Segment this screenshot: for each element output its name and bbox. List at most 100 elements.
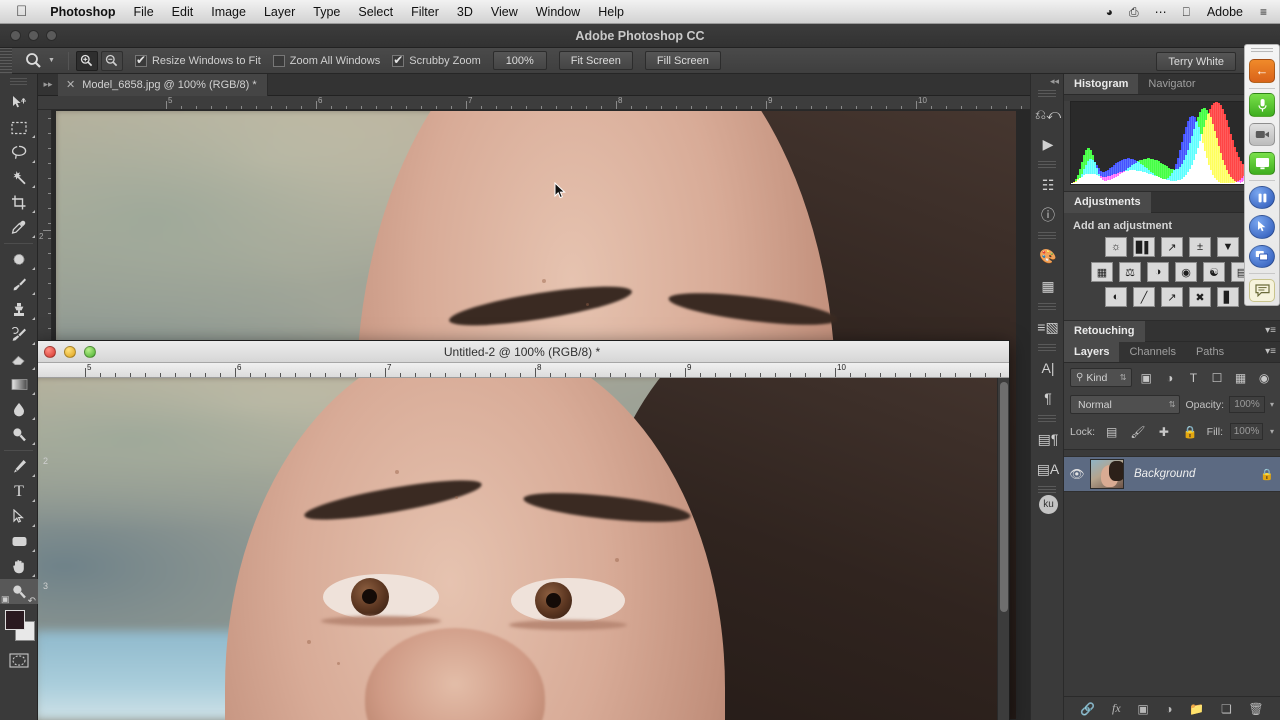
brightness-contrast-icon[interactable]: ☼ <box>1105 237 1127 257</box>
collapse-panels-icon[interactable]: ◂◂ <box>1031 74 1063 88</box>
annotation-button[interactable] <box>1249 278 1275 302</box>
pause-button[interactable] <box>1249 186 1275 210</box>
filter-pixel-icon[interactable]: ▣ <box>1136 368 1156 387</box>
curves-icon[interactable]: ↗ <box>1161 237 1183 257</box>
resize-windows-checkbox[interactable]: Resize Windows to Fit <box>134 53 261 67</box>
filter-smart-icon[interactable]: ▦ <box>1231 368 1251 387</box>
fill-screen-button[interactable]: Fill Screen <box>644 51 721 70</box>
swap-colors-icon[interactable]: ↶ <box>28 596 36 607</box>
magic-wand-tool[interactable] <box>0 165 38 190</box>
user-button[interactable]: Terry White <box>1156 52 1236 71</box>
move-tool[interactable] <box>0 90 38 115</box>
default-colors-icon[interactable]: ▣ <box>1 594 10 605</box>
crop-tool[interactable] <box>0 190 38 215</box>
menu-item-type[interactable]: Type <box>304 0 349 24</box>
swatches-panel-icon[interactable]: ▦ <box>1031 271 1065 301</box>
channel-mixer-icon[interactable]: ☯ <box>1203 262 1225 282</box>
selective-color-icon[interactable]: ✖ <box>1189 287 1211 307</box>
panel-menu-icon[interactable]: ▾≡ <box>1265 325 1276 336</box>
scrubby-zoom-checkbox[interactable]: Scrubby Zoom <box>392 53 481 67</box>
floating-window-title-bar[interactable]: Untitled-2 @ 100% (RGB/8) * <box>35 341 1009 363</box>
rail-grip[interactable] <box>1038 415 1056 422</box>
hand-tool[interactable] <box>0 554 38 579</box>
ellipsis-icon[interactable]: ⋯ <box>1148 0 1174 24</box>
add-mask-icon[interactable]: ▣ <box>1137 702 1148 716</box>
info-panel-icon[interactable]: ⓘ <box>1031 200 1065 230</box>
app-close-button[interactable] <box>10 30 21 41</box>
path-selection-tool[interactable] <box>0 504 38 529</box>
menu-item-filter[interactable]: Filter <box>402 0 448 24</box>
rail-grip[interactable] <box>1038 486 1056 493</box>
kuler-panel-icon[interactable]: ku <box>1039 495 1058 514</box>
creative-cloud-icon[interactable]: ◕ <box>1099 0 1120 24</box>
camera-button[interactable] <box>1249 122 1275 146</box>
opacity-dropdown-icon[interactable]: ▾ <box>1270 400 1274 409</box>
close-icon[interactable]: ✕ <box>66 78 75 91</box>
zoom-tool-icon[interactable] <box>20 50 46 72</box>
link-layers-icon[interactable]: 🔗 <box>1080 702 1095 716</box>
zoom-out-button[interactable] <box>100 50 123 71</box>
adjustment-layer-icon[interactable]: ◑ <box>1165 702 1172 716</box>
lock-image-icon[interactable]: 🖌 <box>1128 422 1147 441</box>
tab-histogram[interactable]: Histogram <box>1064 74 1139 94</box>
paragraph-styles-panel-icon[interactable]: ▤A <box>1031 454 1065 484</box>
menu-item-help[interactable]: Help <box>589 0 633 24</box>
menu-item-layer[interactable]: Layer <box>255 0 304 24</box>
menu-item-edit[interactable]: Edit <box>163 0 203 24</box>
rail-grip[interactable] <box>1038 90 1056 97</box>
recorder-grip[interactable] <box>1251 48 1273 54</box>
color-swatches[interactable]: ▣ ↶ <box>0 594 38 648</box>
zoom-in-button[interactable] <box>75 50 98 71</box>
type-tool[interactable]: T <box>0 479 38 504</box>
filter-shape-icon[interactable]: ☐ <box>1207 368 1227 387</box>
character-panel-icon[interactable]: A| <box>1031 353 1065 383</box>
display-icon[interactable]: ⎕ <box>1176 0 1197 24</box>
gradient-map-icon[interactable]: ▋ <box>1217 287 1239 307</box>
filter-type-icon[interactable]: T <box>1184 368 1204 387</box>
character-styles-panel-icon[interactable]: ▤¶ <box>1031 424 1065 454</box>
color-panel-icon[interactable]: 🎨 <box>1031 241 1065 271</box>
screen-button[interactable] <box>1249 151 1275 176</box>
tab-paths[interactable]: Paths <box>1186 342 1234 362</box>
filter-toggle-icon[interactable]: ◉ <box>1254 368 1274 387</box>
mini-bridge-icon[interactable]: ☷ <box>1031 170 1065 200</box>
adobe-menu-label[interactable]: Adobe <box>1199 5 1251 19</box>
photo-filter-icon[interactable]: ◉ <box>1175 262 1197 282</box>
fill-dropdown-icon[interactable]: ▾ <box>1270 427 1274 436</box>
zoom-100-button[interactable]: 100% <box>492 51 547 70</box>
levels-icon[interactable]: ▊▌ <box>1133 237 1155 257</box>
lock-all-icon[interactable]: 🔒 <box>1181 422 1200 441</box>
zoom-all-windows-checkbox[interactable]: Zoom All Windows <box>272 54 380 67</box>
lasso-tool[interactable] <box>0 140 38 165</box>
rail-grip[interactable] <box>1038 303 1056 310</box>
menu-item-select[interactable]: Select <box>349 0 402 24</box>
menu-item-view[interactable]: View <box>482 0 527 24</box>
menu-item-window[interactable]: Window <box>527 0 589 24</box>
invert-icon[interactable]: ◐ <box>1105 287 1127 307</box>
lock-transparent-icon[interactable]: ▤ <box>1102 422 1121 441</box>
history-brush-tool[interactable] <box>0 322 38 347</box>
lock-position-icon[interactable]: ✚ <box>1154 422 1173 441</box>
filter-adjustment-icon[interactable]: ◑ <box>1160 368 1180 387</box>
chevron-updown-icon[interactable]: ⇅ <box>1120 373 1127 382</box>
layer-styles-icon[interactable]: fx <box>1112 701 1121 716</box>
app-zoom-button[interactable] <box>46 30 57 41</box>
new-layer-icon[interactable]: ❏ <box>1221 702 1232 716</box>
eye-icon[interactable]: 👁 <box>1064 467 1090 481</box>
exposure-icon[interactable]: ± <box>1189 237 1211 257</box>
foreground-color-swatch[interactable] <box>5 610 25 630</box>
floating-document-window[interactable]: Untitled-2 @ 100% (RGB/8) * 5 6 7 8 9 10 <box>34 340 1010 720</box>
rail-grip[interactable] <box>1038 344 1056 351</box>
microphone-button[interactable] <box>1249 93 1275 117</box>
options-bar-grip[interactable] <box>0 47 12 74</box>
clone-source-panel-icon[interactable]: ≡▧ <box>1031 312 1065 342</box>
checkbox-icon[interactable] <box>392 53 405 67</box>
layer-filter-kind[interactable]: ⚲ Kind ⇅ <box>1070 368 1133 387</box>
panel-menu-icon[interactable]: ▾≡ <box>1265 346 1276 357</box>
menu-item-photoshop[interactable]: Photoshop <box>41 0 124 24</box>
fit-screen-button[interactable]: Fit Screen <box>558 51 633 70</box>
color-balance-icon[interactable]: ⚖ <box>1119 262 1141 282</box>
eraser-tool[interactable] <box>0 347 38 372</box>
list-icon[interactable]: ≡ <box>1253 0 1274 24</box>
fill-value[interactable]: 100% <box>1230 423 1263 440</box>
